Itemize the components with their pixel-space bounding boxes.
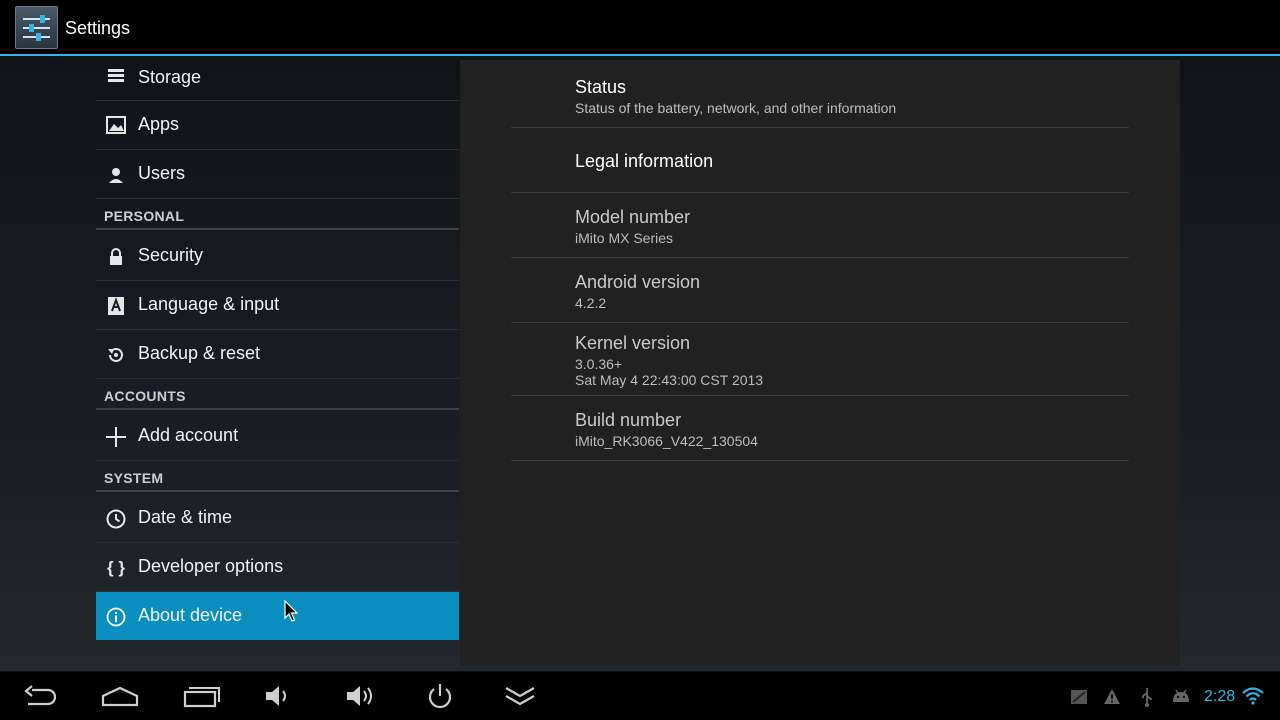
row-title: Model number [575, 207, 691, 227]
home-button[interactable] [98, 680, 142, 712]
home-icon [101, 686, 139, 707]
warning-icon [1104, 689, 1120, 704]
section-header-accounts: ACCOUNTS [104, 388, 186, 404]
row-value-line2: Sat May 4 22:43:00 CST 2013 [575, 372, 764, 388]
section-divider [96, 490, 459, 492]
row-value: 3.0.36+ [575, 356, 623, 372]
status-clock: 2:28 [1204, 688, 1236, 705]
language-icon [105, 295, 127, 317]
recents-icon [183, 687, 220, 708]
section-header-personal: PERSONAL [104, 208, 185, 224]
sidebar-item-label: About device [138, 605, 243, 625]
storage-icon [105, 65, 127, 87]
about-row-legal[interactable]: Legal information [511, 128, 1129, 193]
volume-up-button[interactable] [339, 680, 383, 712]
clock-icon [105, 508, 127, 530]
usb-icon [1142, 688, 1152, 707]
collapse-icon [505, 687, 535, 706]
sidebar-item-storage[interactable]: Storage [96, 56, 459, 101]
users-icon [105, 164, 127, 186]
row-value: iMito_RK3066_V422_130504 [575, 433, 758, 449]
row-title: Build number [575, 410, 682, 430]
about-row-model: Model number iMito MX Series [511, 193, 1129, 258]
back-icon [24, 685, 57, 706]
about-row-kernel-version: Kernel version 3.0.36+ Sat May 4 22:43:0… [511, 323, 1129, 396]
braces-icon: { } [107, 558, 125, 577]
row-title: Legal information [575, 151, 714, 171]
section-header-system: SYSTEM [104, 470, 164, 486]
power-button[interactable] [418, 680, 462, 712]
lock-icon [105, 246, 127, 268]
wifi-icon [1242, 687, 1264, 705]
sidebar-item-date-time[interactable]: Date & time [96, 494, 459, 543]
sidebar-item-developer-options[interactable]: { } Developer options [96, 543, 459, 592]
sidebar-item-add-account[interactable]: Add account [96, 412, 459, 461]
system-nav-bar: 2:28 [0, 672, 1280, 720]
action-bar: Settings [0, 0, 1280, 56]
about-row-android-version[interactable]: Android version 4.2.2 [511, 258, 1129, 323]
mouse-cursor-icon [284, 600, 299, 622]
settings-app-icon[interactable] [15, 6, 58, 49]
sidebar-item-label: Date & time [138, 507, 233, 527]
info-icon [105, 606, 127, 628]
sidebar-item-label: Users [138, 163, 186, 183]
row-summary: Status of the battery, network, and othe… [575, 100, 897, 116]
back-button[interactable] [18, 680, 62, 712]
sidebar-item-label: Developer options [138, 556, 284, 576]
row-title: Android version [575, 272, 701, 292]
row-value: 4.2.2 [575, 295, 607, 311]
row-title: Status [575, 77, 627, 97]
sidebar-item-label: Apps [138, 114, 180, 134]
plus-icon [105, 426, 127, 448]
sidebar-item-language[interactable]: Language & input [96, 281, 459, 330]
volume-up-icon [347, 686, 372, 706]
recents-button[interactable] [179, 680, 223, 712]
sidebar-item-apps[interactable]: Apps [96, 101, 459, 150]
sidebar-item-security[interactable]: Security [96, 232, 459, 281]
row-value: iMito MX Series [575, 230, 674, 246]
about-row-build-number[interactable]: Build number iMito_RK3066_V422_130504 [511, 396, 1129, 461]
sidebar-item-label: Add account [138, 425, 239, 445]
screenshot-icon [1071, 690, 1087, 704]
sliders-icon [23, 15, 50, 41]
row-title: Kernel version [575, 333, 691, 353]
app-title: Settings [65, 18, 131, 38]
sidebar-item-users[interactable]: Users [96, 150, 459, 199]
backup-icon [105, 344, 127, 366]
sidebar-item-label: Backup & reset [138, 343, 261, 363]
about-row-status[interactable]: Status Status of the battery, network, a… [511, 60, 1129, 128]
sidebar-item-backup[interactable]: Backup & reset [96, 330, 459, 379]
sidebar-item-label: Storage [138, 67, 202, 87]
section-divider [96, 228, 459, 230]
settings-sidebar: Storage Apps Users PERSONAL Security Lan… [96, 56, 459, 671]
settings-main: Storage Apps Users PERSONAL Security Lan… [0, 56, 1280, 671]
apps-icon [105, 114, 127, 136]
section-divider [96, 408, 459, 410]
sidebar-item-label: Language & input [138, 294, 280, 314]
sidebar-item-label: Security [138, 245, 204, 265]
about-device-panel: Status Status of the battery, network, a… [460, 60, 1180, 666]
collapse-button[interactable] [498, 680, 542, 712]
volume-down-icon [266, 686, 286, 706]
power-icon [428, 684, 452, 709]
volume-down-button[interactable] [256, 680, 300, 712]
sidebar-item-about-device[interactable]: About device [96, 592, 459, 640]
android-debug-icon [1173, 689, 1189, 702]
